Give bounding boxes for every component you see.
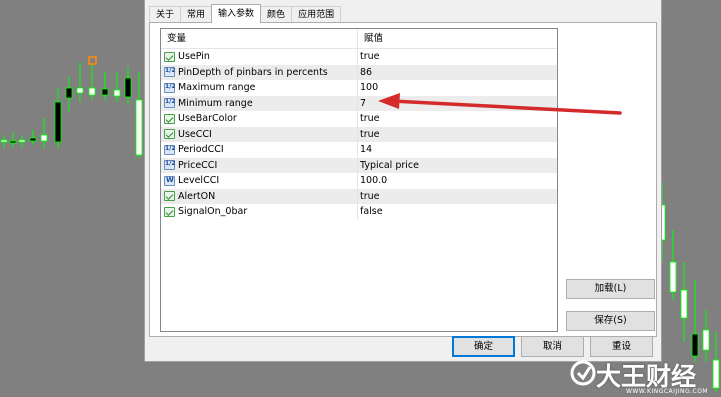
annotation-layer (378, 93, 622, 115)
brand-logo-icon (570, 360, 596, 386)
watermark-url: WWW.KINGCAIJING.COM (626, 388, 709, 395)
watermark: 大王财经 WWW.KINGCAIJING.COM (566, 355, 721, 397)
red-arrow-annotation (378, 93, 622, 115)
tab-inputs[interactable]: 输入参数 (211, 4, 262, 23)
